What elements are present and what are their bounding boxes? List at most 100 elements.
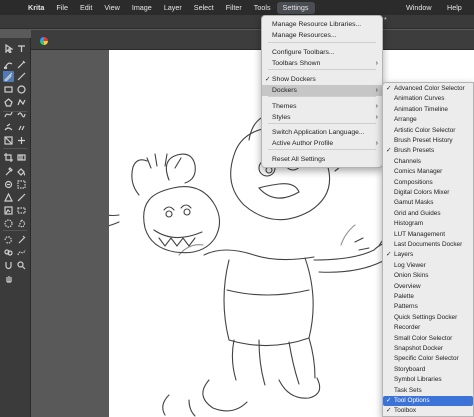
docker-item-advanced-color-selector[interactable]: ✓ Advanced Color Selector: [383, 84, 473, 94]
docker-item-quick-settings-docker[interactable]: Quick Settings Docker: [383, 313, 473, 323]
menu-separator: [268, 96, 376, 97]
freehand-brush-icon[interactable]: [3, 71, 14, 82]
docker-item-brush-preset-history[interactable]: Brush Preset History: [383, 136, 473, 146]
ellipse-select-icon[interactable]: [3, 218, 14, 229]
settings-item-show-dockers[interactable]: ✓ Show Dockers: [262, 74, 382, 85]
docker-item-recorder[interactable]: Recorder: [383, 323, 473, 333]
docker-item-digital-colors-mixer[interactable]: Digital Colors Mixer: [383, 188, 473, 198]
macos-menubar: Krita File Edit View Image Layer Select …: [0, 0, 474, 15]
magnetic-select-icon[interactable]: [3, 260, 14, 271]
enclose-fill-icon[interactable]: [16, 179, 27, 190]
menu-image[interactable]: Image: [126, 0, 158, 15]
docker-item-artistic-color-selector[interactable]: Artistic Color Selector: [383, 126, 473, 136]
zoom-icon[interactable]: [16, 260, 27, 271]
menu-edit[interactable]: Edit: [74, 0, 98, 15]
menu-select[interactable]: Select: [188, 0, 220, 15]
settings-item-toolbars-shown[interactable]: Toolbars Shown ›: [262, 58, 382, 69]
transform-icon[interactable]: [3, 135, 14, 146]
menu-tools[interactable]: Tools: [248, 0, 277, 15]
docker-item-comics-manager[interactable]: Comics Manager: [383, 167, 473, 177]
docker-item-lut-management[interactable]: LUT Management: [383, 230, 473, 240]
docker-item-tool-options[interactable]: ✓ Tool Options: [383, 396, 473, 407]
fill-icon[interactable]: [16, 166, 27, 177]
menu-help[interactable]: Help: [441, 0, 468, 15]
settings-item-manage-resources[interactable]: Manage Resources...: [262, 30, 382, 41]
freehand-select-icon[interactable]: [3, 234, 14, 245]
window-title: *: [384, 17, 387, 24]
contiguous-select-icon[interactable]: [16, 234, 27, 245]
menu-app-krita[interactable]: Krita: [22, 0, 50, 15]
menu-settings[interactable]: Settings: [276, 1, 315, 14]
settings-item-switch-application-language[interactable]: Switch Application Language...: [262, 127, 382, 138]
docker-item-patterns[interactable]: Patterns: [383, 302, 473, 312]
docker-item-channels[interactable]: Channels: [383, 157, 473, 167]
docker-item-compositions[interactable]: Compositions: [383, 178, 473, 188]
dockers-submenu: ✓ Advanced Color Selector Animation Curves…: [382, 82, 474, 417]
settings-item-themes[interactable]: Themes ›: [262, 101, 382, 112]
bezier-select-icon[interactable]: [16, 247, 27, 258]
polygon-select-icon[interactable]: [16, 218, 27, 229]
docker-item-grid-and-guides[interactable]: Grid and Guides: [383, 209, 473, 219]
docker-item-toolbox[interactable]: ✓ Toolbox: [383, 406, 473, 416]
rectangle-icon[interactable]: [3, 84, 14, 95]
docker-item-log-viewer[interactable]: Log Viewer: [383, 261, 473, 271]
settings-item-manage-resource-libraries[interactable]: Manage Resource Libraries...: [262, 19, 382, 30]
menu-file[interactable]: File: [50, 0, 74, 15]
docker-item-histogram[interactable]: Histogram: [383, 219, 473, 229]
docker-item-label: Histogram: [394, 220, 424, 228]
toolbox-separator: [3, 148, 27, 149]
settings-item-label: Show Dockers: [272, 76, 316, 83]
settings-item-reset-all-settings[interactable]: Reset All Settings: [262, 154, 382, 165]
rect-select-icon[interactable]: [16, 205, 27, 216]
multibrush-icon[interactable]: [16, 122, 27, 133]
docker-item-layers[interactable]: ✓ Layers: [383, 250, 473, 260]
menu-window[interactable]: Window: [400, 0, 438, 15]
docker-item-task-sets[interactable]: Task Sets: [383, 386, 473, 396]
menu-separator: [268, 42, 376, 43]
chevron-right-icon: ›: [375, 114, 378, 121]
docker-item-storyboard[interactable]: Storyboard: [383, 365, 473, 375]
polygon-icon[interactable]: [3, 97, 14, 108]
docker-item-snapshot-docker[interactable]: Snapshot Docker: [383, 344, 473, 354]
docker-item-onion-skins[interactable]: Onion Skins: [383, 271, 473, 281]
docker-item-animation-curves[interactable]: Animation Curves: [383, 94, 473, 104]
pan-icon[interactable]: [3, 273, 14, 284]
settings-item-active-author-profile[interactable]: Active Author Profile ›: [262, 138, 382, 149]
crop-icon[interactable]: [3, 152, 14, 163]
docker-item-specific-color-selector[interactable]: Specific Color Selector: [383, 354, 473, 364]
docker-item-brush-presets[interactable]: ✓ Brush Presets: [383, 146, 473, 156]
reference-image-icon[interactable]: [3, 205, 14, 216]
settings-item-configure-toolbars[interactable]: Configure Toolbars...: [262, 47, 382, 58]
docker-item-arrange[interactable]: Arrange: [383, 115, 473, 125]
docker-item-gamut-masks[interactable]: Gamut Masks: [383, 198, 473, 208]
text-icon[interactable]: [16, 43, 27, 54]
calligraphy-icon[interactable]: [16, 59, 27, 70]
settings-item-styles[interactable]: Styles ›: [262, 112, 382, 123]
move-icon[interactable]: [16, 135, 27, 146]
dynamic-brush-icon[interactable]: [3, 122, 14, 133]
docker-item-small-color-selector[interactable]: Small Color Selector: [383, 334, 473, 344]
menu-filter[interactable]: Filter: [220, 0, 248, 15]
select-shapes-icon[interactable]: [3, 43, 14, 54]
canvas-background: [31, 50, 109, 417]
gradient-icon[interactable]: [16, 152, 27, 163]
assistant-icon[interactable]: [3, 192, 14, 203]
edit-shapes-icon[interactable]: [3, 59, 14, 70]
polyline-icon[interactable]: [16, 97, 27, 108]
line-icon[interactable]: [16, 71, 27, 82]
measure-icon[interactable]: [16, 192, 27, 203]
similar-select-icon[interactable]: [3, 247, 14, 258]
menu-layer[interactable]: Layer: [158, 0, 188, 15]
menu-view[interactable]: View: [98, 0, 125, 15]
docker-item-animation-timeline[interactable]: Animation Timeline: [383, 105, 473, 115]
smart-patch-icon[interactable]: [3, 179, 14, 190]
color-sampler-icon[interactable]: [3, 166, 14, 177]
document-tab-strip: [31, 30, 474, 50]
docker-item-overview[interactable]: Overview: [383, 282, 473, 292]
docker-item-symbol-libraries[interactable]: Symbol Libraries: [383, 375, 473, 385]
ellipse-icon[interactable]: [16, 84, 27, 95]
settings-item-dockers[interactable]: Dockers ›: [262, 85, 382, 96]
docker-item-last-documents-docker[interactable]: Last Documents Docker: [383, 240, 473, 250]
settings-item-label: Switch Application Language...: [272, 129, 365, 136]
docker-item-palette[interactable]: Palette: [383, 292, 473, 302]
